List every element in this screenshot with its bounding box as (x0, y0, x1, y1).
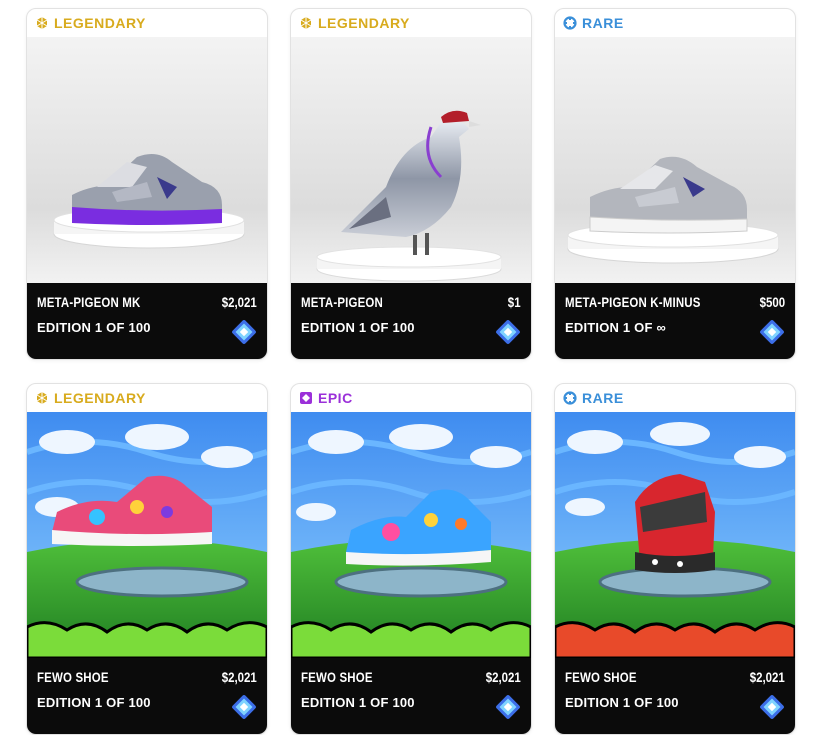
nft-name: FEWO SHOE (37, 669, 109, 685)
rtfkt-logo-icon (759, 319, 785, 345)
edition-label: EDITION 1 OF ∞ (565, 320, 666, 335)
nft-image[interactable] (291, 37, 531, 283)
rtfkt-logo-icon (495, 319, 521, 345)
nft-image[interactable] (27, 412, 267, 658)
rare-gem-icon (563, 16, 577, 30)
rarity-label: LEGENDARY (54, 15, 146, 31)
rarity-badge: LEGENDARY (27, 384, 267, 412)
nft-price: $2,021 (485, 669, 521, 685)
card-info: FEWO SHOE $2,021 EDITION 1 OF 100 (555, 658, 795, 734)
rarity-label: RARE (582, 390, 624, 406)
nft-card[interactable]: EPIC FEWO SHOE $2,021 EDITION 1 OF 100 (290, 383, 532, 735)
nft-name: META-PIGEON K-MINUS (565, 294, 701, 310)
rarity-label: EPIC (318, 390, 353, 406)
nft-image[interactable] (555, 37, 795, 283)
card-info: FEWO SHOE $2,021 EDITION 1 OF 100 (27, 658, 267, 734)
nft-card[interactable]: LEGENDARY META-PIGEON $1 EDITION 1 OF 10… (290, 8, 532, 360)
nft-image[interactable] (555, 412, 795, 658)
rarity-label: RARE (582, 15, 624, 31)
card-info: FEWO SHOE $2,021 EDITION 1 OF 100 (291, 658, 531, 734)
nft-price: $1 (508, 294, 521, 310)
edition-label: EDITION 1 OF 100 (301, 320, 415, 335)
rtfkt-logo-icon (231, 319, 257, 345)
nft-price: $2,021 (221, 294, 257, 310)
epic-gem-icon (299, 391, 313, 405)
nft-price: $500 (759, 294, 785, 310)
rarity-badge: LEGENDARY (291, 9, 531, 37)
nft-name: FEWO SHOE (565, 669, 637, 685)
rarity-badge: RARE (555, 9, 795, 37)
edition-label: EDITION 1 OF 100 (37, 695, 151, 710)
nft-price: $2,021 (749, 669, 785, 685)
nft-card[interactable]: RARE META-PIGEON K-MINUS $500 EDITION 1 … (554, 8, 796, 360)
legendary-gem-icon (35, 391, 49, 405)
rarity-badge: RARE (555, 384, 795, 412)
card-info: META-PIGEON MK $2,021 EDITION 1 OF 100 (27, 283, 267, 359)
nft-name: META-PIGEON (301, 294, 383, 310)
nft-name: FEWO SHOE (301, 669, 373, 685)
nft-card[interactable]: LEGENDARY META-PIGEON MK $2,021 EDITION … (26, 8, 268, 360)
nft-price: $2,021 (221, 669, 257, 685)
rare-gem-icon (563, 391, 577, 405)
rarity-badge: EPIC (291, 384, 531, 412)
rarity-label: LEGENDARY (54, 390, 146, 406)
nft-image[interactable] (291, 412, 531, 658)
legendary-gem-icon (299, 16, 313, 30)
rarity-badge: LEGENDARY (27, 9, 267, 37)
nft-image[interactable] (27, 37, 267, 283)
nft-card[interactable]: LEGENDARY FEWO SHOE $2,021 EDITION 1 OF … (26, 383, 268, 735)
rtfkt-logo-icon (495, 694, 521, 720)
nft-card[interactable]: RARE FEWO SHOE $2,021 EDITION 1 OF 100 (554, 383, 796, 735)
nft-name: META-PIGEON MK (37, 294, 141, 310)
rarity-label: LEGENDARY (318, 15, 410, 31)
rtfkt-logo-icon (231, 694, 257, 720)
edition-label: EDITION 1 OF 100 (37, 320, 151, 335)
edition-label: EDITION 1 OF 100 (565, 695, 679, 710)
edition-label: EDITION 1 OF 100 (301, 695, 415, 710)
card-info: META-PIGEON K-MINUS $500 EDITION 1 OF ∞ (555, 283, 795, 359)
card-info: META-PIGEON $1 EDITION 1 OF 100 (291, 283, 531, 359)
rtfkt-logo-icon (759, 694, 785, 720)
legendary-gem-icon (35, 16, 49, 30)
